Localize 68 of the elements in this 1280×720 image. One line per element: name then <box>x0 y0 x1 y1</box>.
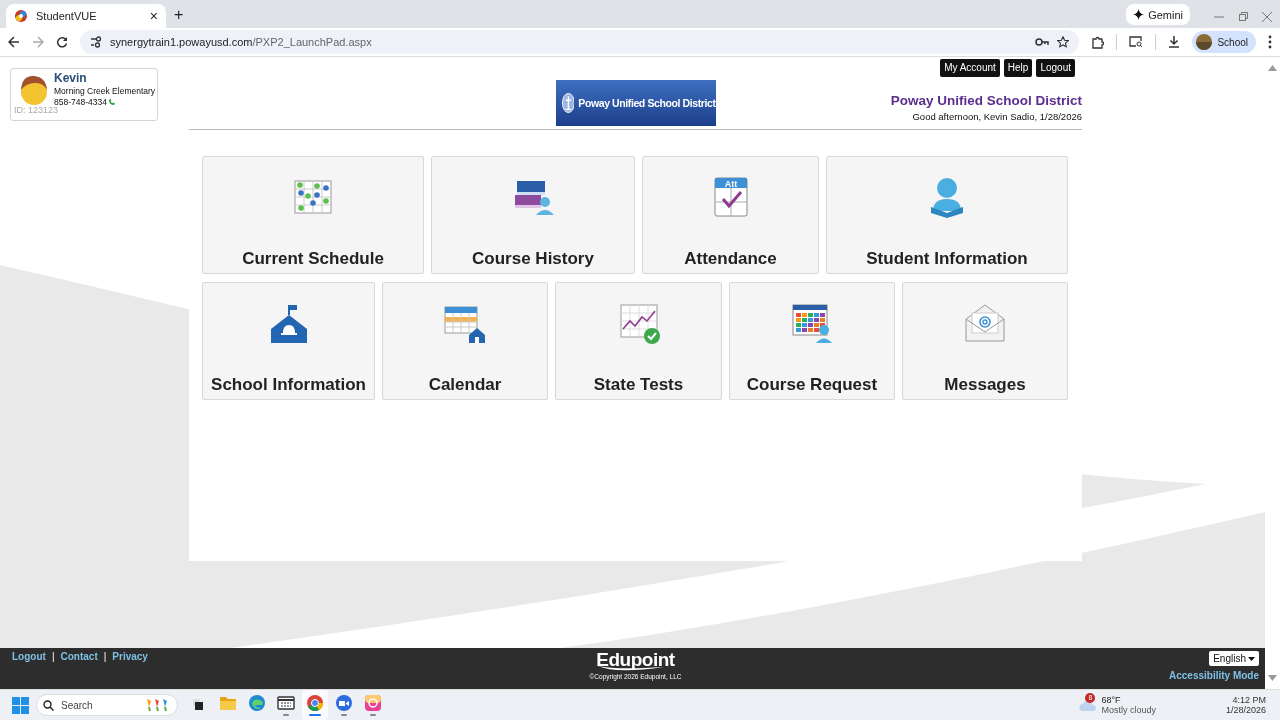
student-id: ID: 123123 <box>14 105 59 115</box>
tab-search-icon[interactable] <box>1129 36 1144 48</box>
chrome-browser-icon <box>306 694 324 712</box>
search-field[interactable]: Search <box>36 694 178 716</box>
launch-tile[interactable]: Calendar <box>382 282 548 400</box>
avatar <box>1196 34 1213 50</box>
launch-tile[interactable]: Current Schedule <box>202 156 424 274</box>
greeting-text: Good afternoon, Kevin Sadio, 1/28/2026 <box>912 111 1082 122</box>
edge-browser-icon <box>248 694 266 712</box>
header-button[interactable]: Help <box>1003 59 1033 77</box>
footer-link[interactable]: Logout <box>12 651 46 662</box>
weather-condition: Mostly cloudy <box>1101 705 1156 715</box>
search-icon <box>43 699 54 711</box>
cloud-icon <box>1079 698 1098 712</box>
phone-number: 858-748-4334 <box>54 97 107 107</box>
extensions-icon[interactable] <box>1091 35 1105 49</box>
header-button[interactable]: Logout <box>1036 59 1075 77</box>
language-select[interactable]: English <box>1209 651 1259 666</box>
address-bar[interactable]: synergytrain1.powayusd.com/PXP2_LaunchPad.aspx <box>80 30 1080 54</box>
header-button[interactable]: My Account <box>940 59 1000 77</box>
launch-tile[interactable]: Att Attendance <box>642 156 819 274</box>
profile-button[interactable]: School <box>1192 31 1256 53</box>
school-name: Morning Creek Elementary <box>54 86 156 96</box>
sparkle-icon <box>1133 9 1145 20</box>
close-icon[interactable] <box>1262 12 1272 22</box>
video-call-icon <box>335 694 353 712</box>
separator: | <box>103 651 107 662</box>
footer-link[interactable]: Contact <box>60 651 98 662</box>
launch-tile[interactable]: Student Information <box>826 156 1068 274</box>
student-name: Kevin <box>54 71 88 85</box>
launch-tile[interactable]: Messages <box>902 282 1068 400</box>
district-logo: Poway Unified School District <box>555 80 716 126</box>
restore-icon[interactable] <box>1238 12 1248 22</box>
close-tab-button[interactable]: × <box>149 8 158 24</box>
color-calendar-icon <box>790 301 834 345</box>
download-icon[interactable] <box>1168 36 1181 48</box>
separator: | <box>51 651 55 662</box>
browser-tab[interactable]: StudentVUE × <box>6 4 166 28</box>
avatar <box>19 73 49 107</box>
new-tab-button[interactable]: + <box>174 6 184 24</box>
clock-time: 4:12 PM <box>1232 695 1266 705</box>
app-favicon <box>14 9 28 23</box>
windows-start-icon[interactable] <box>12 696 29 714</box>
scroll-up-icon[interactable] <box>1268 65 1277 71</box>
site-settings-icon[interactable] <box>90 36 102 48</box>
menu-icon[interactable] <box>1268 35 1272 49</box>
reload-icon[interactable] <box>56 36 68 48</box>
scroll-down-icon[interactable] <box>1268 675 1277 681</box>
gemini-button[interactable]: Gemini <box>1126 4 1190 25</box>
accessibility-link[interactable]: Accessibility Mode <box>1169 670 1259 681</box>
phone-icon <box>107 98 115 106</box>
launch-tile[interactable]: Course Request <box>729 282 895 400</box>
launch-tile[interactable]: Course History <box>431 156 635 274</box>
gradient-app-icon <box>364 694 382 712</box>
star-icon[interactable] <box>1057 36 1070 48</box>
district-title: Poway Unified School District <box>890 93 1082 108</box>
caret-icon <box>1248 656 1255 661</box>
key-icon[interactable] <box>1035 37 1050 47</box>
launch-tile[interactable]: School Information <box>202 282 375 400</box>
url-text: synergytrain1.powayusd.com/PXP2_LaunchPad.aspx <box>110 36 372 48</box>
folder-icon <box>219 694 237 712</box>
launch-tile[interactable]: State Tests <box>555 282 722 400</box>
back-icon[interactable] <box>8 36 20 48</box>
clock-date: 1/28/2026 <box>1225 705 1266 715</box>
edupoint-logo: Edupoint <box>596 650 675 672</box>
window-app-icon <box>277 694 295 712</box>
footer-link[interactable]: Privacy <box>112 651 148 662</box>
temperature: 68°F <box>1101 695 1122 705</box>
